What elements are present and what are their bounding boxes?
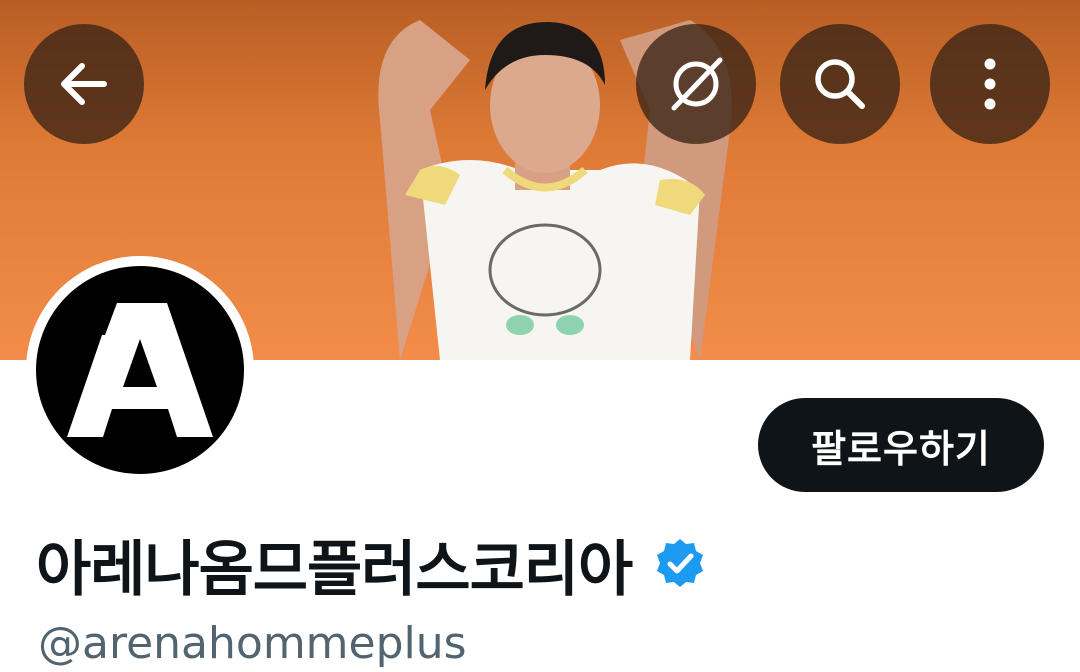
verified-badge-icon[interactable] [652,536,708,592]
grok-button[interactable] [636,24,756,144]
avatar [36,266,244,474]
arrow-left-icon [61,63,107,105]
follow-button[interactable]: 팔로우하기 [758,398,1044,492]
profile-handle: @arenahommeplus [38,618,467,669]
display-name: 아레나옴므플러스코리아 [36,534,633,605]
more-button[interactable] [930,24,1050,144]
search-button[interactable] [780,24,900,144]
back-button[interactable] [24,24,144,144]
more-vertical-icon [984,58,996,110]
profile-avatar[interactable] [26,256,254,484]
slashed-circle-icon [671,57,723,111]
arena-logo-icon [67,303,213,437]
profile-name-row: 아레나옴므플러스코리아 [36,524,708,605]
search-icon [815,59,865,109]
